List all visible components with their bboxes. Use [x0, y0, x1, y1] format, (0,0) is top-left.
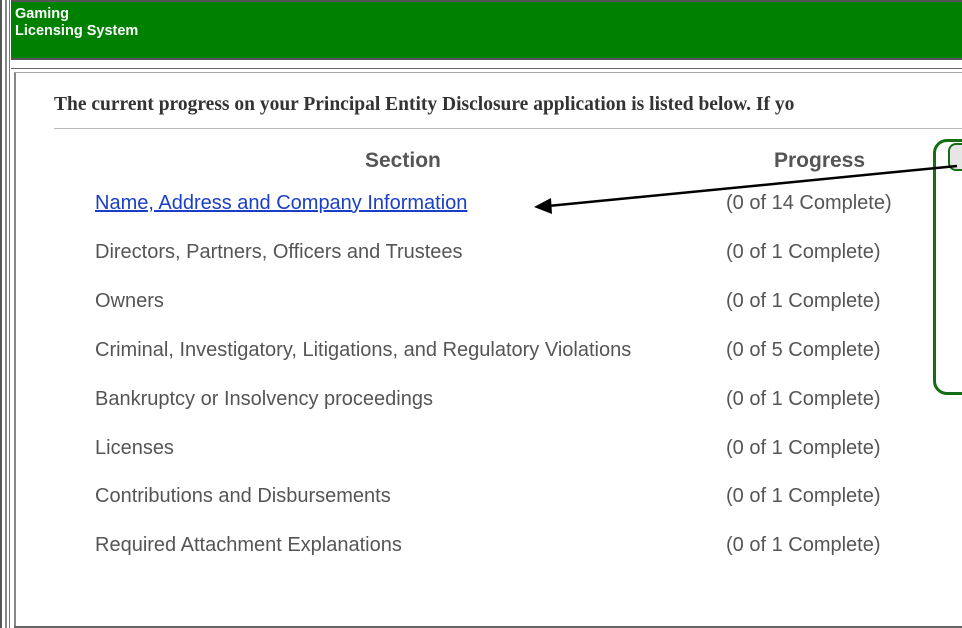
app-header: Gaming Licensing System — [11, 0, 962, 60]
progress-owners: (0 of 1 Complete) — [726, 290, 881, 312]
section-bankruptcy: Bankruptcy or Insolvency proceedings — [95, 388, 433, 410]
progress-directors: (0 of 1 Complete) — [726, 241, 881, 263]
section-criminal: Criminal, Investigatory, Litigations, an… — [95, 339, 632, 361]
progress-column-header: Progress — [774, 149, 866, 172]
progress-name-address: (0 of 14 Complete) — [726, 192, 892, 214]
section-column-header: Section — [365, 149, 441, 172]
intro-text: The current progress on your Principal E… — [54, 94, 795, 115]
section-contributions: Contributions and Disbursements — [95, 485, 391, 507]
callout-box — [933, 139, 962, 395]
progress-attachments: (0 of 1 Complete) — [726, 534, 881, 556]
app-title-line1: Gaming — [15, 6, 69, 22]
section-link-name-address[interactable]: Name, Address and Company Information — [95, 192, 467, 215]
header-separator — [11, 60, 962, 69]
divider — [54, 128, 962, 129]
section-licenses: Licenses — [95, 437, 174, 459]
app-title-line2: Licensing System — [15, 23, 139, 39]
section-directors: Directors, Partners, Officers and Truste… — [95, 241, 463, 263]
section-owners: Owners — [95, 290, 164, 312]
progress-bankruptcy: (0 of 1 Complete) — [726, 388, 881, 410]
window-frame-left — [0, 0, 10, 628]
progress-licenses: (0 of 1 Complete) — [726, 437, 881, 459]
progress-contributions: (0 of 1 Complete) — [726, 485, 881, 507]
progress-criminal: (0 of 5 Complete) — [726, 339, 881, 361]
section-attachments: Required Attachment Explanations — [95, 534, 402, 556]
callout-tab — [948, 143, 962, 171]
